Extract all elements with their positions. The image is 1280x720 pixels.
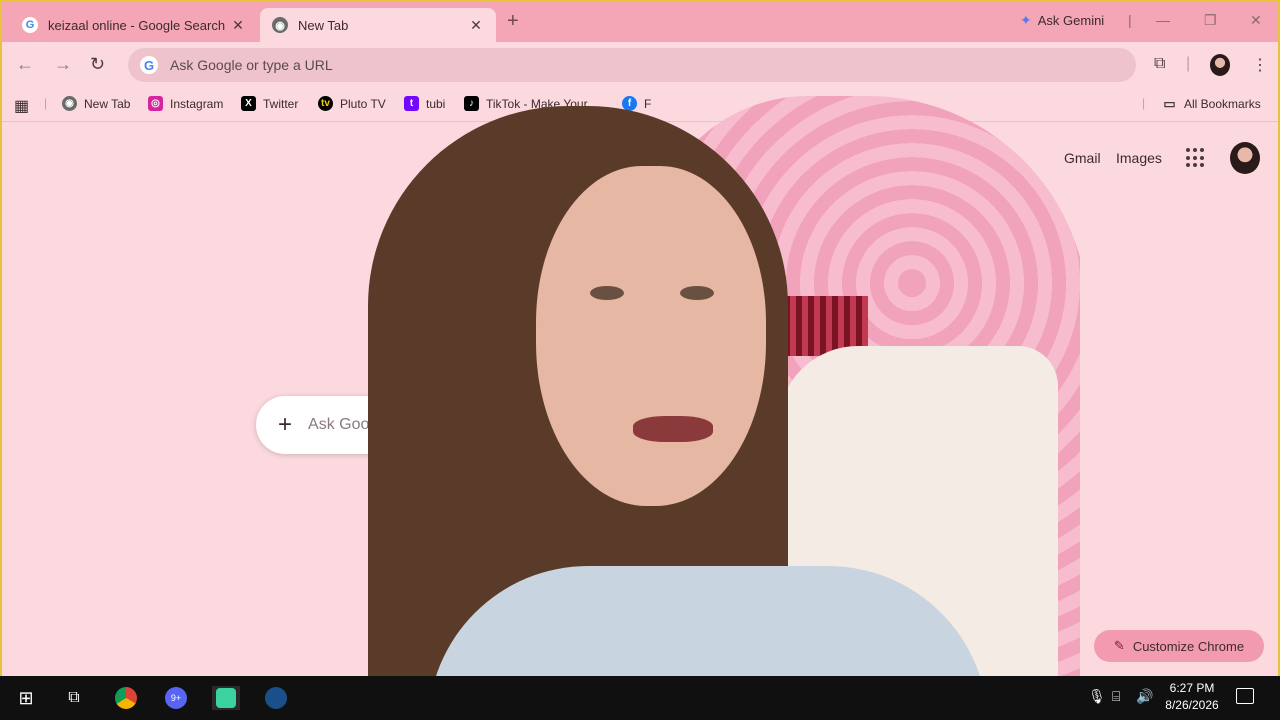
- chrome-icon: ◉: [62, 96, 77, 111]
- back-arrow-icon[interactable]: ←: [16, 54, 34, 75]
- close-tab-icon[interactable]: ✕: [230, 17, 246, 34]
- notifications-icon[interactable]: [1236, 688, 1254, 704]
- steam-taskbar-icon[interactable]: [262, 686, 290, 710]
- omnibox[interactable]: G Ask Google or type a URL: [128, 48, 1136, 82]
- forward-arrow-icon[interactable]: →: [54, 54, 72, 75]
- bookmark-label: New Tab: [84, 96, 131, 111]
- bookmarks-divider: |: [44, 96, 48, 110]
- task-view-icon[interactable]: ⧉: [60, 686, 88, 710]
- gemini-spark-icon: ✦: [1020, 12, 1032, 28]
- taskbar-clock[interactable]: 6:27 PM 8/26/2026: [1160, 680, 1224, 714]
- google-g-icon: G: [140, 56, 158, 74]
- plus-icon[interactable]: +: [278, 411, 292, 439]
- volume-icon[interactable]: 🔊: [1136, 688, 1153, 705]
- discord-taskbar-icon[interactable]: 9+: [162, 686, 190, 710]
- more-menu-icon[interactable]: ⋮: [1252, 55, 1268, 75]
- folder-icon: ▭: [1163, 95, 1176, 111]
- bookmarks-divider: |: [1142, 96, 1146, 110]
- taskbar: ⊞ ⧉ 9+ 🎙 ⌸ 🔊 6:27 PM 8/26/2026: [0, 676, 1280, 720]
- windows-start-icon[interactable]: ⊞: [12, 686, 40, 710]
- person-eye-right: [680, 286, 714, 300]
- window-divider: |: [1128, 12, 1132, 28]
- ask-gemini-label: Ask Gemini: [1037, 13, 1105, 28]
- tab-title: New Tab: [298, 17, 349, 33]
- google-g-icon: G: [22, 17, 38, 33]
- all-bookmarks-label: All Bookmarks: [1184, 96, 1261, 111]
- chrome-taskbar-icon[interactable]: [112, 686, 140, 710]
- webcam-overlay: [368, 96, 1080, 720]
- all-bookmarks-button[interactable]: ▭ All Bookmarks: [1162, 95, 1261, 111]
- pluto-tv-icon: tv: [318, 96, 333, 111]
- instagram-icon: ◎: [148, 96, 163, 111]
- google-apps-icon[interactable]: [1186, 148, 1206, 168]
- apps-grid-icon[interactable]: ▦: [14, 96, 29, 116]
- toolbar: ← → ↻ G Ask Google or type a URL ⧉ | ⋮: [2, 42, 1278, 88]
- images-link[interactable]: Images: [1116, 150, 1162, 166]
- close-window-icon[interactable]: ✕: [1250, 12, 1262, 29]
- discord-badge: 9+: [165, 687, 187, 709]
- account-avatar[interactable]: [1230, 142, 1260, 174]
- person-face: [536, 166, 766, 506]
- ask-gemini-button[interactable]: ✦ Ask Gemini: [1020, 12, 1104, 29]
- microphone-icon[interactable]: 🎙: [1088, 688, 1106, 705]
- clock-time: 6:27 PM: [1169, 681, 1215, 695]
- person-eye-left: [590, 286, 624, 300]
- tab-new-tab[interactable]: ◉ New Tab ✕: [260, 8, 496, 42]
- ntp-search-placeholder: Ask Goo: [308, 416, 370, 433]
- tab-google-search[interactable]: G keizaal online - Google Search ✕: [10, 8, 258, 42]
- close-tab-icon[interactable]: ✕: [468, 17, 484, 34]
- restore-icon[interactable]: ❐: [1204, 12, 1217, 29]
- network-icon[interactable]: ⌸: [1112, 688, 1120, 705]
- bookmark-label: Twitter: [263, 96, 299, 111]
- extensions-puzzle-icon[interactable]: ⧉: [1154, 55, 1165, 73]
- customize-chrome-button[interactable]: ✎ Customize Chrome: [1094, 630, 1264, 662]
- x-icon: X: [241, 96, 256, 111]
- person-mouth: [633, 416, 713, 442]
- pencil-icon: ✎: [1113, 638, 1125, 653]
- omnibox-placeholder: Ask Google or type a URL: [170, 57, 333, 73]
- profile-avatar[interactable]: [1210, 54, 1230, 76]
- chrome-icon: ◉: [272, 17, 288, 33]
- new-tab-plus-icon[interactable]: +: [507, 10, 519, 33]
- customize-chrome-label: Customize Chrome: [1132, 638, 1245, 654]
- toolbar-divider: |: [1186, 55, 1191, 72]
- reload-icon[interactable]: ↻: [90, 54, 105, 75]
- tab-strip: G keizaal online - Google Search ✕ ◉ New…: [2, 2, 1278, 42]
- obs-taskbar-icon[interactable]: [212, 686, 240, 710]
- minimize-icon[interactable]: —: [1156, 12, 1170, 28]
- bookmark-label: Instagram: [170, 96, 224, 111]
- bookmark-instagram[interactable]: ◎ Instagram: [148, 96, 223, 111]
- bookmark-twitter[interactable]: X Twitter: [241, 96, 298, 111]
- tab-title: keizaal online - Google Search: [48, 17, 226, 33]
- clock-date: 8/26/2026: [1165, 698, 1219, 712]
- bookmark-new-tab[interactable]: ◉ New Tab: [62, 96, 130, 111]
